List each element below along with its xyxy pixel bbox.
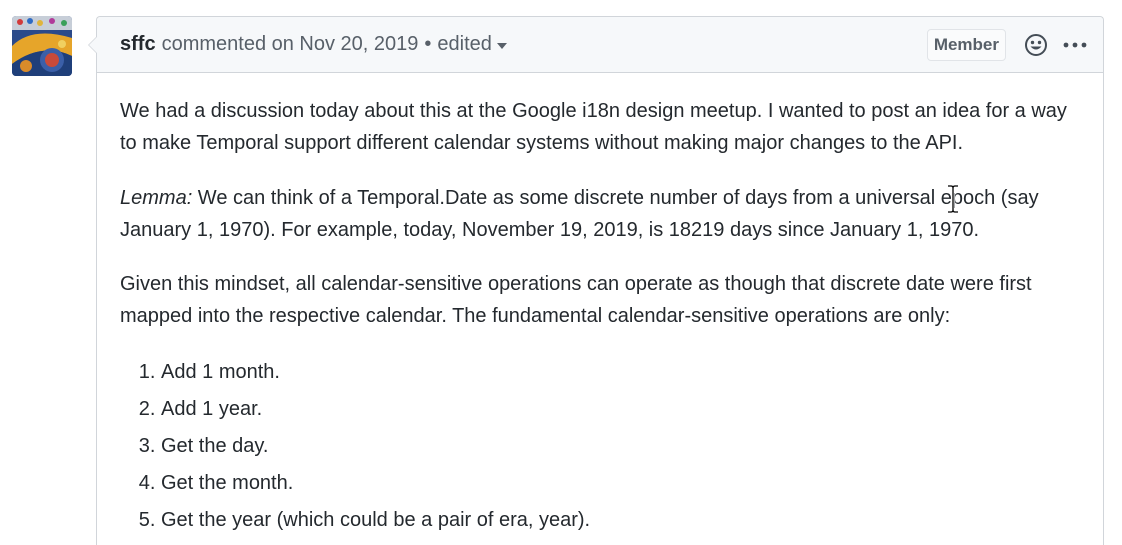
edited-history-dropdown[interactable]: edited xyxy=(437,33,507,56)
body-paragraph: Given this mindset, all calendar-sensiti… xyxy=(120,273,1032,327)
member-badge: Member xyxy=(926,29,1006,61)
body-paragraph-lemma: Lemma: We can think of a Temporal.Date a… xyxy=(120,182,1080,246)
list-item: Add 1 year. xyxy=(161,391,1080,428)
avatar[interactable] xyxy=(12,16,72,76)
text-cursor-icon xyxy=(948,184,958,214)
comment-body: We had a discussion today about this at … xyxy=(97,73,1103,539)
list-item: Get the year (which could be a pair of e… xyxy=(161,502,1080,539)
timeline-comment-group: sffc commented on Nov 20, 2019 • edited … xyxy=(0,0,1122,545)
comment-header-text: sffc commented on Nov 20, 2019 • edited xyxy=(120,33,507,56)
list-item: Add 1 month. xyxy=(161,354,1080,391)
triangle-down-icon xyxy=(496,42,507,49)
lemma-label: Lemma: xyxy=(120,187,193,209)
comment-header: sffc commented on Nov 20, 2019 • edited … xyxy=(97,17,1103,73)
smiley-icon[interactable] xyxy=(1024,33,1048,57)
lemma-text: We can think of a Temporal.Date as some … xyxy=(120,187,1039,241)
author-link[interactable]: sffc xyxy=(120,33,156,56)
body-paragraph: We had a discussion today about this at … xyxy=(120,100,1067,154)
operations-list: Add 1 month. Add 1 year. Get the day. Ge… xyxy=(120,354,1080,539)
list-item: Get the day. xyxy=(161,428,1080,465)
comment-timestamp[interactable]: commented on Nov 20, 2019 xyxy=(162,33,419,56)
list-item: Get the month. xyxy=(161,465,1080,502)
user-avatar-image xyxy=(12,16,72,76)
comment-actions: Member xyxy=(926,17,1103,73)
comment-box: sffc commented on Nov 20, 2019 • edited … xyxy=(88,16,1104,545)
kebab-horizontal-icon[interactable] xyxy=(1062,33,1088,57)
edited-label: edited xyxy=(437,33,492,55)
separator-dot: • xyxy=(424,33,432,55)
